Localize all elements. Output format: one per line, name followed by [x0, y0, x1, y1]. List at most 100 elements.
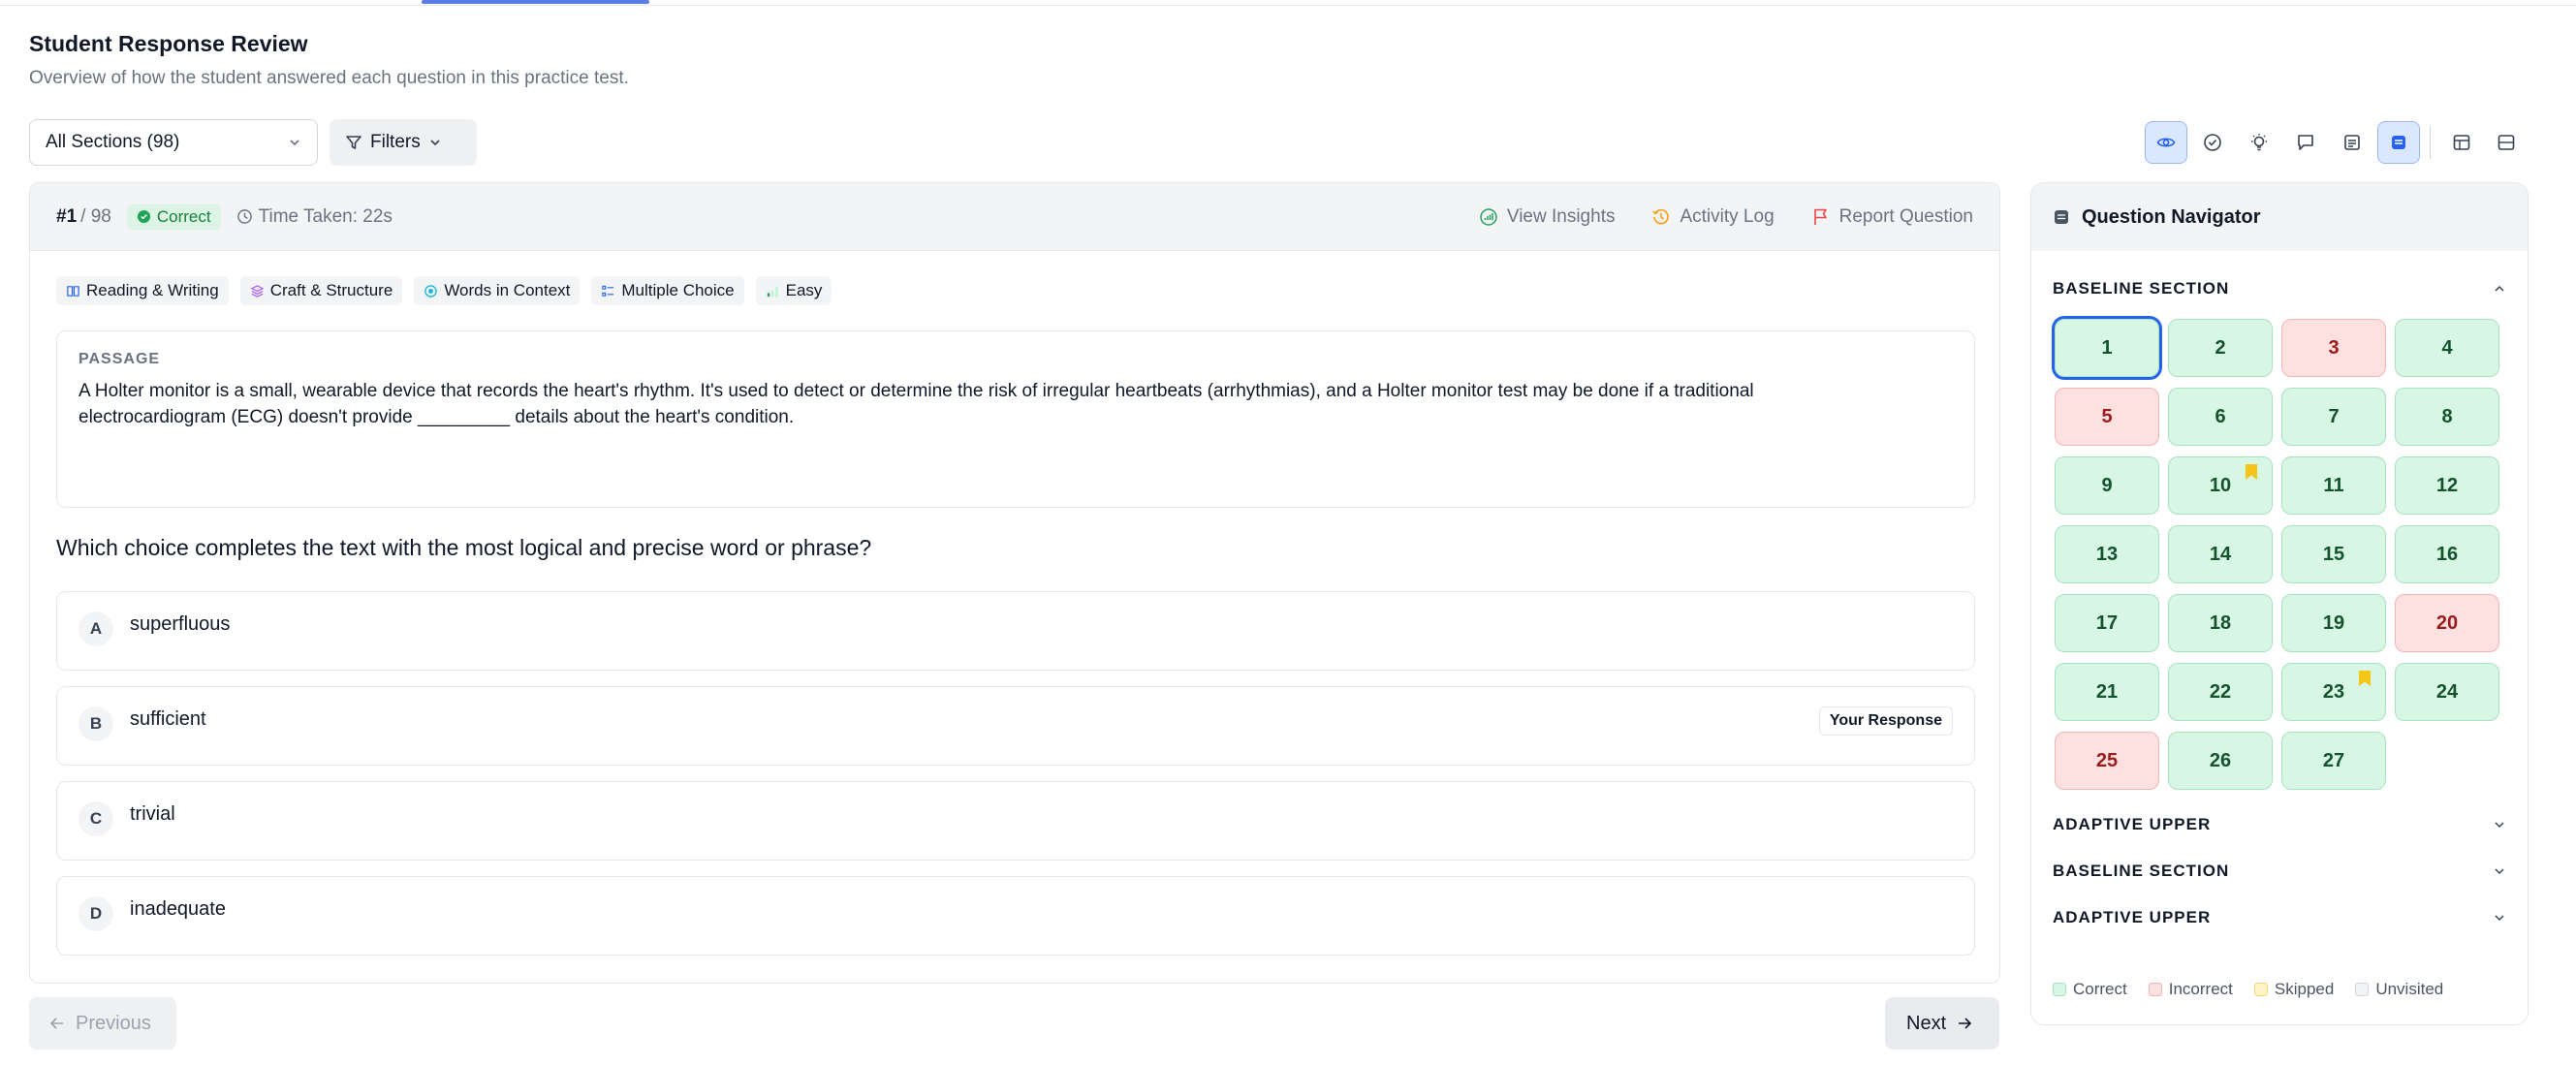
question-cell-19[interactable]: 19: [2281, 594, 2386, 652]
toggle-notes-button[interactable]: [2331, 121, 2373, 164]
question-cell-27[interactable]: 27: [2281, 732, 2386, 790]
legend-item: Correct: [2053, 980, 2127, 999]
layout-table-button[interactable]: [2440, 121, 2483, 164]
question-cell-number: 27: [2322, 749, 2345, 771]
split-icon: [2497, 135, 2515, 150]
question-cell-24[interactable]: 24: [2395, 663, 2499, 721]
list-icon: [2392, 136, 2405, 149]
navigator-section-adaptive-upper[interactable]: ADAPTIVE UPPER: [2053, 810, 2506, 839]
answer-choice-a[interactable]: A superfluous: [56, 591, 1975, 671]
previous-button[interactable]: Previous: [29, 997, 176, 1050]
question-cell-8[interactable]: 8: [2395, 388, 2499, 446]
question-cell-number: 21: [2095, 680, 2119, 703]
question-grid: 1 2 3 4 5 6 7 8 9 10 11 12 13 14 15 16 17 18 19 20 21 22 23 24 2…: [2055, 319, 2499, 790]
passage-line: electrocardiogram (ECG) doesn't provide …: [79, 407, 795, 427]
question-cell-26[interactable]: 26: [2168, 732, 2273, 790]
view-insights-link[interactable]: View Insights: [1479, 206, 1615, 228]
question-number: #1: [56, 205, 78, 227]
layout-split-button[interactable]: [2485, 121, 2528, 164]
toggle-comments-button[interactable]: [2284, 121, 2327, 164]
toggle-eye-button[interactable]: [2145, 121, 2187, 164]
question-cell-1[interactable]: 1: [2055, 319, 2159, 377]
question-cell-7[interactable]: 7: [2281, 388, 2386, 446]
report-question-link[interactable]: Report Question: [1811, 206, 1973, 228]
toggle-answers-button[interactable]: [2191, 121, 2234, 164]
navigator-title: Question Navigator: [2082, 205, 2261, 228]
question-cell-16[interactable]: 16: [2395, 525, 2499, 583]
tag-label: Multiple Choice: [621, 281, 735, 299]
question-cell-number: 15: [2322, 543, 2345, 565]
target-icon: [424, 284, 438, 298]
navigator-section-baseline-2[interactable]: BASELINE SECTION: [2053, 857, 2506, 886]
question-navigator: Question Navigator BASELINE SECTION 1234…: [2030, 182, 2529, 1025]
tag-skill: Words in Context: [414, 276, 581, 305]
question-cell-18[interactable]: 18: [2168, 594, 2273, 652]
question-cell-25[interactable]: 25: [2055, 732, 2159, 790]
filter-icon: [346, 136, 361, 149]
question-tags: Reading & Writing Craft & Structure Word…: [56, 276, 832, 305]
section-name: BASELINE SECTION: [2053, 862, 2230, 880]
legend-item: Incorrect: [2148, 980, 2233, 999]
question-cell-10[interactable]: 10: [2168, 456, 2273, 515]
navigator-icon: [2055, 210, 2068, 224]
question-cell-number: 24: [2435, 680, 2459, 703]
question-cell-17[interactable]: 17: [2055, 594, 2159, 652]
question-cell-23[interactable]: 23: [2281, 663, 2386, 721]
question-cell-13[interactable]: 13: [2055, 525, 2159, 583]
question-cell-number: 9: [2101, 474, 2113, 496]
toggle-list-button[interactable]: [2377, 121, 2420, 164]
bookmark-icon: [2359, 671, 2371, 686]
question-actions: View Insights Activity Log Report Questi…: [1479, 206, 1973, 228]
navigator-legend: Correct Incorrect Skipped Unvisited: [2053, 980, 2443, 999]
activity-log-label: Activity Log: [1680, 205, 1775, 227]
notes-icon: [2344, 135, 2360, 150]
activity-log-link[interactable]: Activity Log: [1651, 205, 1775, 228]
filters-button[interactable]: Filters: [330, 119, 477, 166]
question-cell-number: 26: [2209, 749, 2232, 771]
question-cell-number: 10: [2209, 474, 2232, 496]
question-cell-12[interactable]: 12: [2395, 456, 2499, 515]
passage-label: PASSAGE: [79, 351, 161, 367]
legend-swatch: [2355, 983, 2370, 996]
question-cell-21[interactable]: 21: [2055, 663, 2159, 721]
arrow-left-icon: [49, 1018, 63, 1029]
bookmark-icon: [2246, 464, 2257, 480]
question-cell-4[interactable]: 4: [2395, 319, 2499, 377]
question-cell-14[interactable]: 14: [2168, 525, 2273, 583]
question-cell-number: 3: [2328, 336, 2340, 359]
question-cell-22[interactable]: 22: [2168, 663, 2273, 721]
arrow-right-icon: [1959, 1018, 1972, 1029]
legend-label: Unvisited: [2375, 980, 2444, 998]
question-cell-11[interactable]: 11: [2281, 456, 2386, 515]
flag-icon: [1813, 208, 1827, 225]
tag-difficulty: Easy: [755, 276, 832, 305]
question-cell-20[interactable]: 20: [2395, 594, 2499, 652]
answer-choice-b[interactable]: B sufficient Your Response: [56, 686, 1975, 766]
choice-letter: B: [79, 706, 113, 741]
navigator-section-baseline[interactable]: BASELINE SECTION: [2053, 274, 2506, 303]
section-name: ADAPTIVE UPPER: [2053, 908, 2212, 926]
book-icon: [67, 285, 79, 297]
question-cell-3[interactable]: 3: [2281, 319, 2386, 377]
next-button[interactable]: Next: [1885, 997, 1999, 1050]
question-cell-2[interactable]: 2: [2168, 319, 2273, 377]
chevron-down-icon: [290, 140, 299, 146]
choice-text: trivial: [130, 803, 175, 825]
passage-text: A Holter monitor is a small, wearable de…: [79, 378, 1953, 430]
navigator-section-adaptive-upper-2[interactable]: ADAPTIVE UPPER: [2053, 903, 2506, 932]
question-cell-9[interactable]: 9: [2055, 456, 2159, 515]
toggle-hints-button[interactable]: [2238, 121, 2280, 164]
table-icon: [2453, 135, 2470, 150]
question-cell-15[interactable]: 15: [2281, 525, 2386, 583]
legend-label: Correct: [2073, 980, 2127, 998]
answer-choice-d[interactable]: D inadequate: [56, 876, 1975, 956]
legend-label: Skipped: [2274, 980, 2335, 998]
question-cell-5[interactable]: 5: [2055, 388, 2159, 446]
time-taken-label: Time Taken: 22s: [258, 205, 393, 227]
tag-domain: Reading & Writing: [56, 276, 229, 305]
answer-choice-c[interactable]: C trivial: [56, 781, 1975, 861]
section-select[interactable]: All Sections (98): [29, 119, 318, 166]
status-badge-label: Correct: [156, 206, 211, 226]
legend-item: Unvisited: [2355, 980, 2443, 999]
question-cell-6[interactable]: 6: [2168, 388, 2273, 446]
